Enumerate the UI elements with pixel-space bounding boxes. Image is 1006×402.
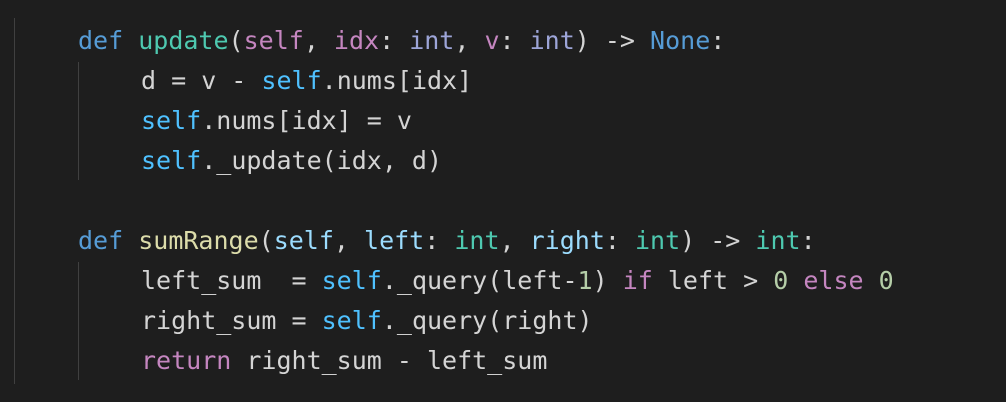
code-token: v: [484, 26, 500, 55]
code-token: int: [409, 26, 455, 55]
code-token: ): [592, 266, 623, 295]
code-token: ._query(right): [381, 306, 593, 335]
code-token: else: [803, 266, 864, 295]
code-token: sumRange: [138, 226, 259, 255]
code-token: :: [710, 26, 726, 55]
code-token: :: [424, 226, 455, 255]
code-line[interactable]: d = v - self.nums[idx]: [141, 61, 472, 101]
code-token: :: [604, 226, 635, 255]
code-token: int: [529, 26, 575, 55]
code-token: :: [800, 226, 816, 255]
code-token: ) ->: [574, 26, 651, 55]
code-token: left >: [652, 266, 774, 295]
code-token: 0: [773, 266, 789, 295]
indent-guide-outer: [14, 18, 15, 384]
code-token: right_sum =: [141, 306, 322, 335]
code-token: self: [321, 306, 382, 335]
code-token: ,: [303, 26, 334, 55]
code-token: 0: [878, 266, 894, 295]
code-token: (: [228, 26, 244, 55]
code-token: int: [635, 226, 681, 255]
code-token: self: [321, 266, 382, 295]
code-token: int: [454, 226, 500, 255]
code-editor[interactable]: def update(self, idx: int, v: int) -> No…: [0, 0, 1006, 402]
code-token: self: [243, 26, 304, 55]
code-token: .nums[idx]: [321, 66, 473, 95]
code-line[interactable]: def update(self, idx: int, v: int) -> No…: [78, 21, 725, 61]
code-token: left: [364, 226, 425, 255]
code-token: if: [622, 266, 653, 295]
code-token: d = v -: [141, 66, 262, 95]
code-token: ,: [333, 226, 365, 255]
code-line[interactable]: right_sum = self._query(right): [141, 301, 593, 341]
code-token: self: [141, 146, 202, 175]
code-token: ,: [499, 226, 530, 255]
code-token: :: [379, 26, 410, 55]
code-token: (: [258, 226, 274, 255]
indent-guide-update-body: [78, 62, 79, 180]
code-token: ) ->: [680, 226, 756, 255]
code-token: self: [141, 106, 202, 135]
code-line[interactable]: self.nums[idx] = v: [141, 101, 412, 141]
code-line[interactable]: return right_sum - left_sum: [141, 341, 547, 381]
code-token: self: [273, 226, 334, 255]
code-token: idx: [333, 26, 380, 55]
code-line[interactable]: def sumRange(self, left: int, right: int…: [78, 221, 816, 261]
code-token: self: [261, 66, 322, 95]
code-line[interactable]: self._update(idx, d): [141, 141, 442, 181]
indent-guide-sumrange-body: [78, 262, 79, 380]
code-token: ._query(left-: [381, 266, 578, 295]
code-token: return: [141, 346, 232, 375]
code-token: left_sum =: [141, 266, 322, 295]
code-token: right_sum - left_sum: [231, 346, 548, 375]
code-token: def: [78, 26, 124, 55]
code-token: .nums[idx] = v: [201, 106, 412, 135]
code-token: None: [650, 26, 711, 55]
code-token: right: [529, 226, 605, 255]
code-token: :: [499, 26, 530, 55]
code-line[interactable]: left_sum = self._query(left-1) if left >…: [141, 261, 894, 301]
code-token: def: [78, 226, 124, 255]
code-token: update: [138, 26, 229, 55]
code-token: int: [755, 226, 801, 255]
code-token: ,: [454, 26, 485, 55]
code-token: ._update(idx, d): [201, 146, 443, 175]
code-token: 1: [577, 266, 593, 295]
